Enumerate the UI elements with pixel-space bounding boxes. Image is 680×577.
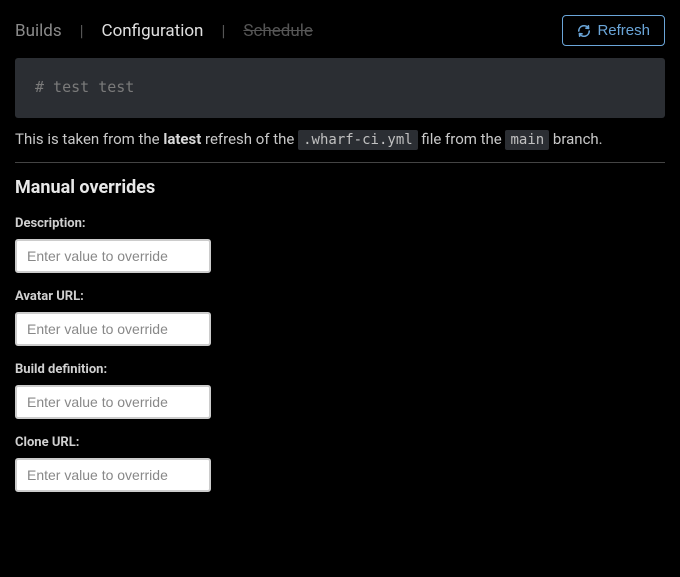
manual-overrides-heading: Manual overrides xyxy=(15,177,665,198)
refresh-label: Refresh xyxy=(597,22,650,39)
tab-bar: Builds | Configuration | Schedule xyxy=(15,21,313,41)
info-prefix: This is taken from the xyxy=(15,130,163,148)
clone-url-label: Clone URL: xyxy=(15,435,665,450)
config-filename: .wharf-ci.yml xyxy=(298,130,418,150)
build-definition-input[interactable] xyxy=(15,385,211,419)
form-group-clone-url: Clone URL: xyxy=(15,435,665,492)
info-mid1: refresh of the xyxy=(201,130,298,148)
avatar-url-label: Avatar URL: xyxy=(15,289,665,304)
description-input[interactable] xyxy=(15,239,211,273)
branch-name: main xyxy=(505,130,549,150)
avatar-url-input[interactable] xyxy=(15,312,211,346)
form-group-avatar-url: Avatar URL: xyxy=(15,289,665,346)
build-definition-label: Build definition: xyxy=(15,362,665,377)
info-latest: latest xyxy=(163,130,201,148)
config-info-text: This is taken from the latest refresh of… xyxy=(15,130,665,148)
tab-separator: | xyxy=(221,21,225,40)
form-group-description: Description: xyxy=(15,216,665,273)
section-divider xyxy=(15,162,665,163)
description-label: Description: xyxy=(15,216,665,231)
code-content: # test test xyxy=(35,78,134,96)
tab-schedule: Schedule xyxy=(243,21,312,41)
info-suffix: branch. xyxy=(549,130,602,148)
tab-separator: | xyxy=(80,21,84,40)
tab-configuration[interactable]: Configuration xyxy=(102,21,204,41)
clone-url-input[interactable] xyxy=(15,458,211,492)
top-row: Builds | Configuration | Schedule Refres… xyxy=(15,15,665,46)
info-mid2: file from the xyxy=(418,130,506,148)
refresh-icon xyxy=(577,24,591,38)
form-group-build-definition: Build definition: xyxy=(15,362,665,419)
refresh-button[interactable]: Refresh xyxy=(562,15,665,46)
config-code-block: # test test xyxy=(15,58,665,118)
tab-builds[interactable]: Builds xyxy=(15,21,62,41)
